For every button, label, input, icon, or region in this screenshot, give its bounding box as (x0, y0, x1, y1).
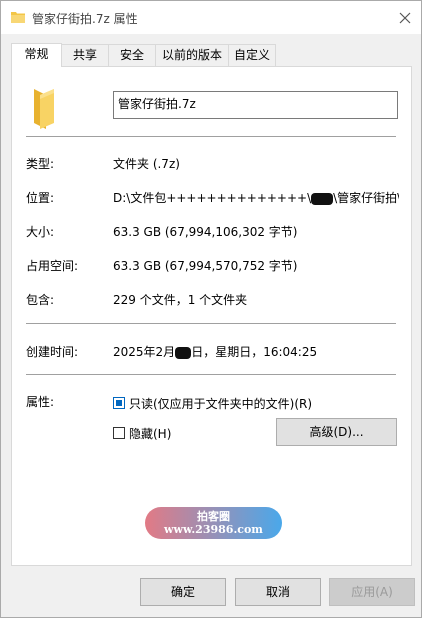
created-value: 2025年2月 日，星期日，16:04:25 (113, 343, 317, 360)
size-value: 63.3 GB (67,994,106,302 字节) (113, 225, 298, 239)
watermark-line1: 拍客圈 (197, 510, 230, 523)
general-panel: 管家仔街拍.7z 类型: 文件夹 (.7z) 位置: D:\文件包+++++++… (11, 66, 412, 566)
size-label: 大小: (26, 225, 55, 239)
contains-value: 229 个文件，1 个文件夹 (113, 293, 248, 307)
type-value: 文件夹 (.7z) (113, 157, 180, 171)
location-label: 位置: (26, 191, 55, 205)
created-suffix: 日，星期日，16:04:25 (191, 345, 318, 359)
attributes-label: 属性: (26, 395, 55, 409)
tab-general[interactable]: 常规 (11, 43, 62, 67)
redaction-mark (175, 346, 192, 359)
tab-sharing[interactable]: 共享 (61, 44, 109, 66)
close-button[interactable] (389, 1, 421, 34)
separator (26, 323, 396, 324)
created-prefix: 2025年2月 (113, 345, 176, 359)
type-label: 类型: (26, 157, 55, 171)
tab-previous-versions[interactable]: 以前的版本 (155, 44, 229, 66)
readonly-checkbox[interactable] (113, 397, 125, 409)
location-prefix: D:\文件包++++++++++++++\ (113, 191, 312, 205)
watermark-line2: www.23986.com (164, 523, 263, 536)
ok-button[interactable]: 确定 (140, 578, 226, 606)
size-on-disk-value: 63.3 GB (67,994,570,752 字节) (113, 259, 298, 273)
window-title: 管家仔街拍.7z 属性 (32, 12, 138, 26)
file-name-input[interactable]: 管家仔街拍.7z (113, 91, 398, 119)
location-suffix: \管家仔街拍\管 (333, 191, 399, 205)
apply-button[interactable]: 应用(A) (329, 578, 415, 606)
contains-label: 包含: (26, 293, 55, 307)
location-value: D:\文件包++++++++++++++\ \管家仔街拍\管 (113, 189, 399, 206)
created-label: 创建时间: (26, 345, 79, 359)
tab-customize[interactable]: 自定义 (228, 44, 276, 66)
tab-security[interactable]: 安全 (108, 44, 156, 66)
properties-dialog: 管家仔街拍.7z 属性 常规 共享 安全 以前的版本 自定义 管家仔街拍.7z … (0, 0, 422, 618)
separator (26, 374, 396, 375)
close-icon (399, 12, 411, 23)
folder-large-icon (34, 89, 54, 129)
watermark-logo: 拍客圈 www.23986.com (145, 507, 282, 539)
readonly-label[interactable]: 只读(仅应用于文件夹中的文件)(R) (129, 395, 312, 412)
folder-icon (11, 12, 25, 23)
redaction-mark (311, 192, 334, 205)
title-bar[interactable]: 管家仔街拍.7z 属性 (1, 1, 421, 34)
cancel-button[interactable]: 取消 (235, 578, 321, 606)
separator (26, 136, 396, 137)
hidden-label[interactable]: 隐藏(H) (129, 425, 171, 442)
advanced-button[interactable]: 高级(D)... (276, 418, 397, 446)
size-on-disk-label: 占用空间: (26, 259, 79, 273)
hidden-checkbox[interactable] (113, 427, 125, 439)
